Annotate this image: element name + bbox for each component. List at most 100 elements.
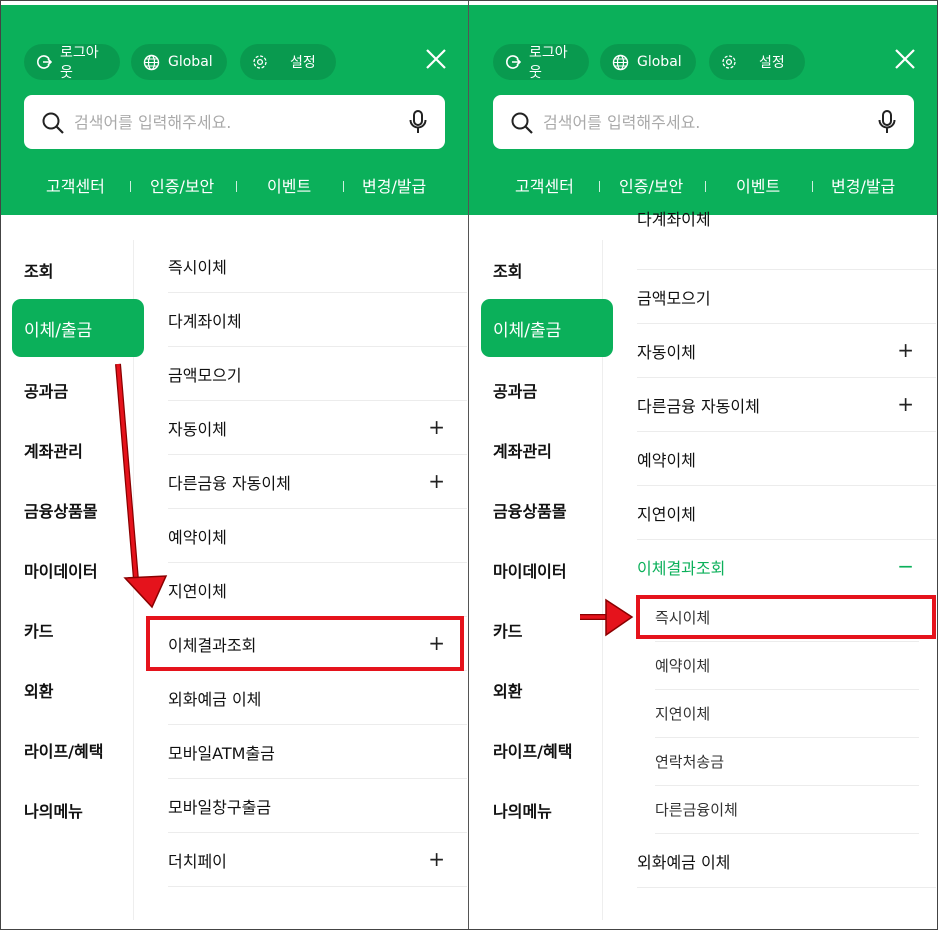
search-box[interactable] xyxy=(24,95,445,149)
quick-links: 고객센터 인증/보안 이벤트 변경/발급 xyxy=(0,173,468,203)
category-utility-bills[interactable]: 공과금 xyxy=(24,378,68,402)
microphone-icon[interactable] xyxy=(408,109,428,135)
menu-item[interactable]: 다계좌이체 xyxy=(168,293,467,347)
microphone-icon[interactable] xyxy=(877,109,897,135)
logout-label: 로그아웃 xyxy=(529,45,568,81)
logout-icon xyxy=(506,55,521,69)
category-card[interactable]: 카드 xyxy=(493,618,522,642)
category-life-benefits[interactable]: 라이프/혜택 xyxy=(24,738,103,762)
category-card[interactable]: 카드 xyxy=(24,618,53,642)
divider xyxy=(705,181,706,192)
plus-icon[interactable]: + xyxy=(897,338,914,362)
category-transfer-active[interactable]: 이체/출금 xyxy=(481,299,613,357)
submenu-item-label: 지연이체 xyxy=(655,705,711,723)
menu-item-label: 금액모으기 xyxy=(168,365,242,385)
menu-item[interactable]: 더치페이 + xyxy=(168,833,467,887)
menu-item[interactable]: 즉시이체 xyxy=(168,239,467,293)
category-life-benefits[interactable]: 라이프/혜택 xyxy=(493,738,572,762)
quick-link-change-issue[interactable]: 변경/발급 xyxy=(831,173,895,197)
highlight-box xyxy=(636,595,936,639)
category-account-management[interactable]: 계좌관리 xyxy=(24,438,83,462)
category-financial-products[interactable]: 금융상품몰 xyxy=(493,498,567,522)
plus-icon[interactable]: + xyxy=(428,847,445,871)
menu-item-transfer-result-expanded[interactable]: 이체결과조회 − xyxy=(637,540,936,594)
category-foreign-exchange[interactable]: 외환 xyxy=(493,678,522,702)
menu-item-label: 다른금융 자동이체 xyxy=(637,396,760,416)
settings-label: 설정 xyxy=(290,55,316,71)
settings-label: 설정 xyxy=(759,55,785,71)
category-foreign-exchange[interactable]: 외환 xyxy=(24,678,53,702)
category-transfer-active[interactable]: 이체/출금 xyxy=(12,299,144,357)
menu-item[interactable]: 외화예금 이체 xyxy=(168,671,467,725)
menu-item-label: 다계좌이체 xyxy=(637,209,711,229)
quick-link-event[interactable]: 이벤트 xyxy=(267,173,311,197)
minus-icon[interactable]: − xyxy=(897,554,914,578)
search-box[interactable] xyxy=(493,95,914,149)
global-label: Global xyxy=(637,54,682,70)
menu-item[interactable]: 모바일ATM출금 xyxy=(168,725,467,779)
search-input[interactable] xyxy=(74,109,394,135)
menu-item-label: 모바일창구출금 xyxy=(168,797,272,817)
logout-button[interactable]: 로그아웃 xyxy=(493,44,589,81)
menu-item[interactable]: 외화예금 이체 xyxy=(637,834,936,888)
logout-icon xyxy=(37,55,52,69)
quick-link-customer-center[interactable]: 고객센터 xyxy=(515,173,574,197)
menu-item-label: 예약이체 xyxy=(168,527,227,547)
category-my-menu[interactable]: 나의메뉴 xyxy=(493,798,552,822)
menu-item[interactable]: 자동이체 + xyxy=(637,324,936,378)
menu-item[interactable]: 다른금융 자동이체 + xyxy=(637,378,936,432)
close-icon[interactable] xyxy=(424,47,448,71)
menu-item-label: 이체결과조회 xyxy=(637,559,726,578)
menu-item[interactable]: 금액모으기 xyxy=(637,270,936,324)
menu-item[interactable]: 예약이체 xyxy=(637,432,936,486)
left-menu-panel: 로그아웃 Global 설정 고객센터 인증/보안 이벤트 변경/발급 조회 이… xyxy=(0,0,469,930)
quick-link-customer-center[interactable]: 고객센터 xyxy=(46,173,105,197)
quick-link-auth-security[interactable]: 인증/보안 xyxy=(150,173,214,197)
globe-icon xyxy=(143,54,160,70)
plus-icon[interactable]: + xyxy=(428,469,445,493)
category-inquiry[interactable]: 조회 xyxy=(24,258,53,282)
menu-item-partial[interactable]: 다계좌이체 xyxy=(637,210,936,270)
menu-item-label: 금액모으기 xyxy=(637,288,711,308)
submenu-item[interactable]: 연락처송금 xyxy=(655,738,919,786)
menu-item-label: 예약이체 xyxy=(637,450,696,470)
menu-item[interactable]: 지연이체 xyxy=(637,486,936,540)
global-button[interactable]: Global xyxy=(600,44,696,80)
category-my-menu[interactable]: 나의메뉴 xyxy=(24,798,83,822)
quick-link-event[interactable]: 이벤트 xyxy=(736,173,780,197)
close-icon[interactable] xyxy=(893,47,917,71)
menu-item[interactable]: 모바일창구출금 xyxy=(168,779,467,833)
settings-button[interactable]: 설정 xyxy=(709,44,805,80)
menu-item[interactable]: 예약이체 xyxy=(168,509,467,563)
menu-item[interactable]: 자동이체 + xyxy=(168,401,467,455)
category-mydata[interactable]: 마이데이터 xyxy=(493,558,567,582)
category-mydata[interactable]: 마이데이터 xyxy=(24,558,98,582)
divider xyxy=(599,181,600,192)
divider xyxy=(236,181,237,192)
menu-header: 로그아웃 Global 설정 고객센터 인증/보안 이벤트 변경/발급 xyxy=(0,5,468,215)
settings-button[interactable]: 설정 xyxy=(240,44,336,80)
menu-item-label: 외화예금 이체 xyxy=(637,852,731,872)
global-button[interactable]: Global xyxy=(131,44,227,80)
submenu-item[interactable]: 예약이체 xyxy=(655,642,919,690)
quick-link-auth-security[interactable]: 인증/보안 xyxy=(619,173,683,197)
submenu-item[interactable]: 지연이체 xyxy=(655,690,919,738)
quick-link-change-issue[interactable]: 변경/발급 xyxy=(362,173,426,197)
submenu-item-label: 다른금융이체 xyxy=(655,801,738,819)
menu-item[interactable]: 지연이체 xyxy=(168,563,467,617)
search-input[interactable] xyxy=(543,109,863,135)
plus-icon[interactable]: + xyxy=(897,392,914,416)
category-financial-products[interactable]: 금융상품몰 xyxy=(24,498,98,522)
plus-icon[interactable]: + xyxy=(428,415,445,439)
category-list: 조회 이체/출금 공과금 계좌관리 금융상품몰 마이데이터 카드 외환 라이프/… xyxy=(0,240,144,920)
category-utility-bills[interactable]: 공과금 xyxy=(493,378,537,402)
submenu-item[interactable]: 다른금융이체 xyxy=(655,786,919,834)
menu-item[interactable]: 금액모으기 xyxy=(168,347,467,401)
divider xyxy=(812,181,813,192)
logout-button[interactable]: 로그아웃 xyxy=(24,44,120,81)
category-account-management[interactable]: 계좌관리 xyxy=(493,438,552,462)
category-inquiry[interactable]: 조회 xyxy=(493,258,522,282)
divider xyxy=(343,181,344,192)
menu-header: 로그아웃 Global 설정 고객센터 인증/보안 이벤트 변경/발급 xyxy=(469,5,938,215)
menu-item[interactable]: 다른금융 자동이체 + xyxy=(168,455,467,509)
